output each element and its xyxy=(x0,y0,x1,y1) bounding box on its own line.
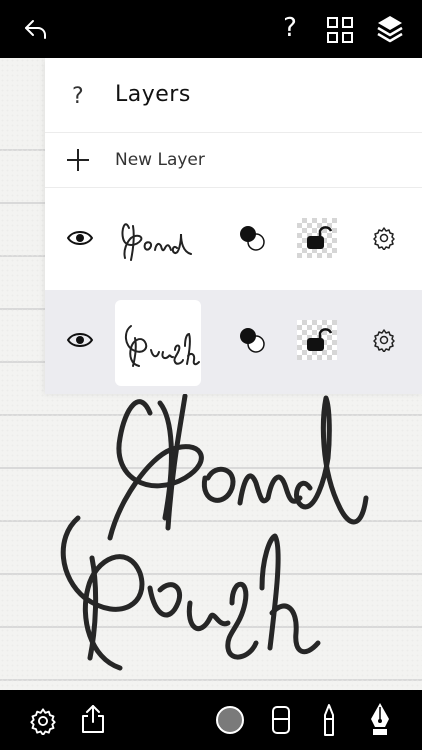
layer-thumbnail xyxy=(115,300,201,386)
layer-settings-icon[interactable] xyxy=(372,328,396,352)
layer-thumbnail-art xyxy=(121,223,192,261)
share-button[interactable] xyxy=(78,703,108,735)
eye-icon[interactable] xyxy=(67,330,93,350)
layers-panel-header: ? Layers xyxy=(45,58,422,133)
eraser-button[interactable] xyxy=(268,704,294,736)
color-swatch-button[interactable] xyxy=(216,706,244,734)
layer-settings-icon[interactable] xyxy=(372,226,396,250)
layer-lock-toggle[interactable] xyxy=(297,218,337,258)
new-layer-button[interactable]: New Layer xyxy=(45,133,422,188)
unlock-icon xyxy=(307,226,332,249)
layer-thumbnail xyxy=(115,198,201,284)
nib-pen-button[interactable] xyxy=(364,700,396,738)
layers-icon xyxy=(377,16,403,43)
top-toolbar: ? xyxy=(0,0,422,58)
settings-button[interactable] xyxy=(28,706,58,736)
eraser-icon xyxy=(272,706,290,734)
undo-icon xyxy=(25,20,46,39)
blend-mode-icon[interactable] xyxy=(238,224,266,252)
bottom-toolbar xyxy=(0,690,422,750)
eye-icon[interactable] xyxy=(67,228,93,248)
layer-lock-toggle[interactable] xyxy=(297,320,337,360)
layer-row[interactable] xyxy=(45,188,422,290)
layers-panel-title: Layers xyxy=(115,82,191,107)
layer-thumbnail-art xyxy=(125,325,200,367)
grid-button[interactable] xyxy=(324,14,356,46)
layer-row-selected[interactable] xyxy=(45,290,422,394)
settings-icon xyxy=(30,708,56,735)
layers-panel: ? Layers New Layer xyxy=(45,58,422,394)
nib-pen-icon xyxy=(371,703,389,735)
layers-button[interactable] xyxy=(374,13,406,45)
help-button[interactable]: ? xyxy=(276,10,304,46)
layers-help-icon[interactable]: ? xyxy=(72,84,84,109)
help-icon: ? xyxy=(283,13,297,43)
plus-icon xyxy=(67,149,89,171)
blend-mode-icon[interactable] xyxy=(238,326,266,354)
unlock-icon xyxy=(307,328,332,351)
new-layer-label: New Layer xyxy=(115,150,205,170)
brush-pen-button[interactable] xyxy=(316,702,342,738)
brush-pen-icon xyxy=(324,704,334,736)
grid-icon xyxy=(327,17,353,43)
undo-button[interactable] xyxy=(20,14,52,44)
share-icon xyxy=(82,705,104,733)
